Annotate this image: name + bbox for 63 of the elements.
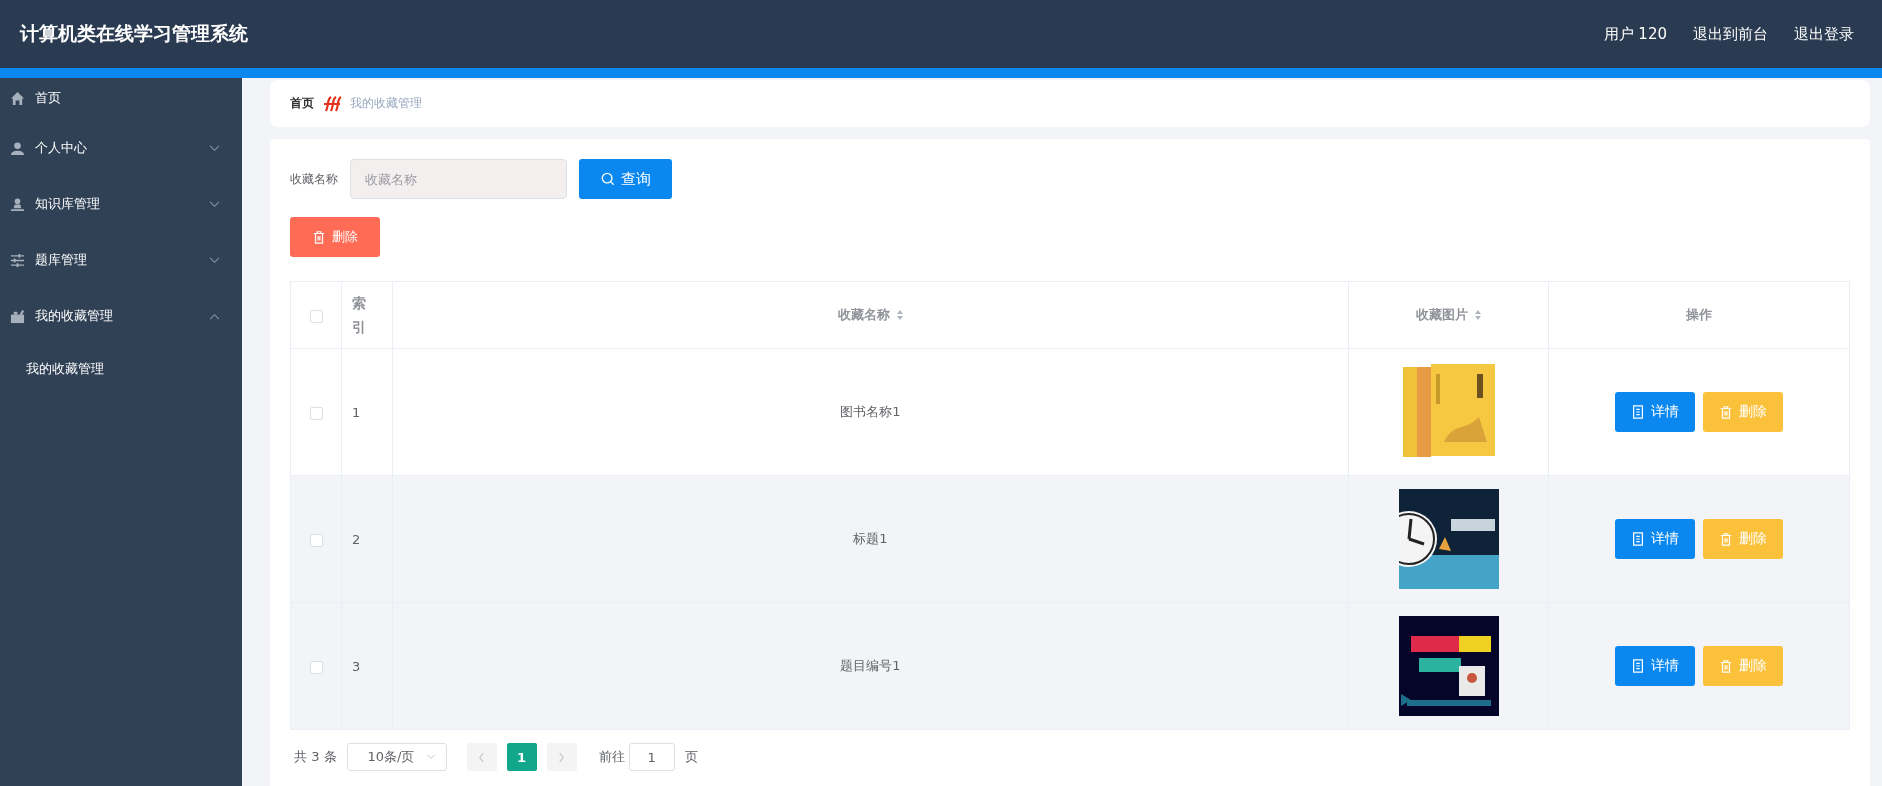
search-field[interactable]: 收藏名称 [350,159,567,199]
trash-icon [1719,532,1733,546]
sliders-icon [10,252,25,268]
user-icon [10,140,25,156]
search-label: 收藏名称 [290,170,338,188]
header-link[interactable]: 用户 120 [1603,24,1667,44]
table-cell: 标题1 [853,531,888,546]
total-count: 共 3 条 [294,748,337,766]
caret-icon [425,754,436,760]
details-button[interactable]: 详情 [1615,646,1695,686]
column-header: 收藏名称 [837,306,890,324]
document-icon [1631,405,1645,419]
sidebar-subitem[interactable]: 我的收藏管理 [0,344,242,394]
sidebar-label: 题库管理 [35,251,88,269]
table-cell-text: 2 [351,531,361,547]
trash-icon [1719,659,1733,673]
page-unit-label: 页 [684,748,698,766]
sidebar-item[interactable]: 我的收藏管理 [0,288,242,344]
goto-label: 前往 [598,748,625,766]
checkbox[interactable] [309,660,323,674]
details-button[interactable]: 详情 [1615,392,1695,432]
sidebar-item[interactable]: 题库管理 [0,232,242,288]
briefcase-icon [10,308,25,324]
trash-icon [1719,405,1733,419]
checkbox[interactable] [309,533,323,547]
sidebar-item[interactable]: 首页 [0,78,242,118]
document-icon [1631,659,1645,673]
chevron-left-icon [478,751,486,763]
sort-icon [895,309,904,321]
trash-icon [312,230,326,244]
separator-icon [322,94,342,113]
sidebar-label: 知识库管理 [35,195,101,213]
breadcrumb-item: 我的收藏管理 [350,95,422,112]
sidebar-item[interactable]: 个人中心 [0,120,242,176]
page-input[interactable]: 1 [628,743,675,771]
header-link[interactable]: 退出登录 [1794,24,1854,44]
sidebar-label: 个人中心 [35,139,88,157]
checkbox[interactable] [309,309,323,323]
column-header: 索引 [352,294,367,337]
search-icon [600,172,615,186]
details-button[interactable]: 详情 [1615,519,1695,559]
page-size-select[interactable]: 10条/页 [346,743,447,771]
column-header: 收藏图片 [1415,306,1468,324]
breadcrumb-item[interactable]: 首页 [290,95,314,112]
checkbox[interactable] [309,406,323,420]
sidebar-label: 我的收藏管理 [35,307,114,325]
table-cell-text: 3 [351,658,361,674]
next-page-button[interactable] [546,743,577,771]
home-icon [10,90,25,106]
table-cell: 题目编号1 [840,658,901,673]
search-button[interactable]: 查询 [579,159,672,199]
table-cell: 图书名称1 [840,404,901,419]
sidebar-label: 首页 [35,89,62,107]
column-header: 操作 [1686,306,1712,324]
sidebar-item[interactable]: 知识库管理 [0,176,242,232]
header-link[interactable]: 退出到前台 [1693,24,1768,44]
app-title: 计算机类在线学习管理系统 [20,21,248,46]
table-cell-text: 1 [351,404,361,420]
sort-icon [1473,309,1482,321]
person-icon [10,196,25,212]
document-icon [1631,532,1645,546]
chevron-right-icon [558,751,566,763]
previous-page-button[interactable] [466,743,497,771]
